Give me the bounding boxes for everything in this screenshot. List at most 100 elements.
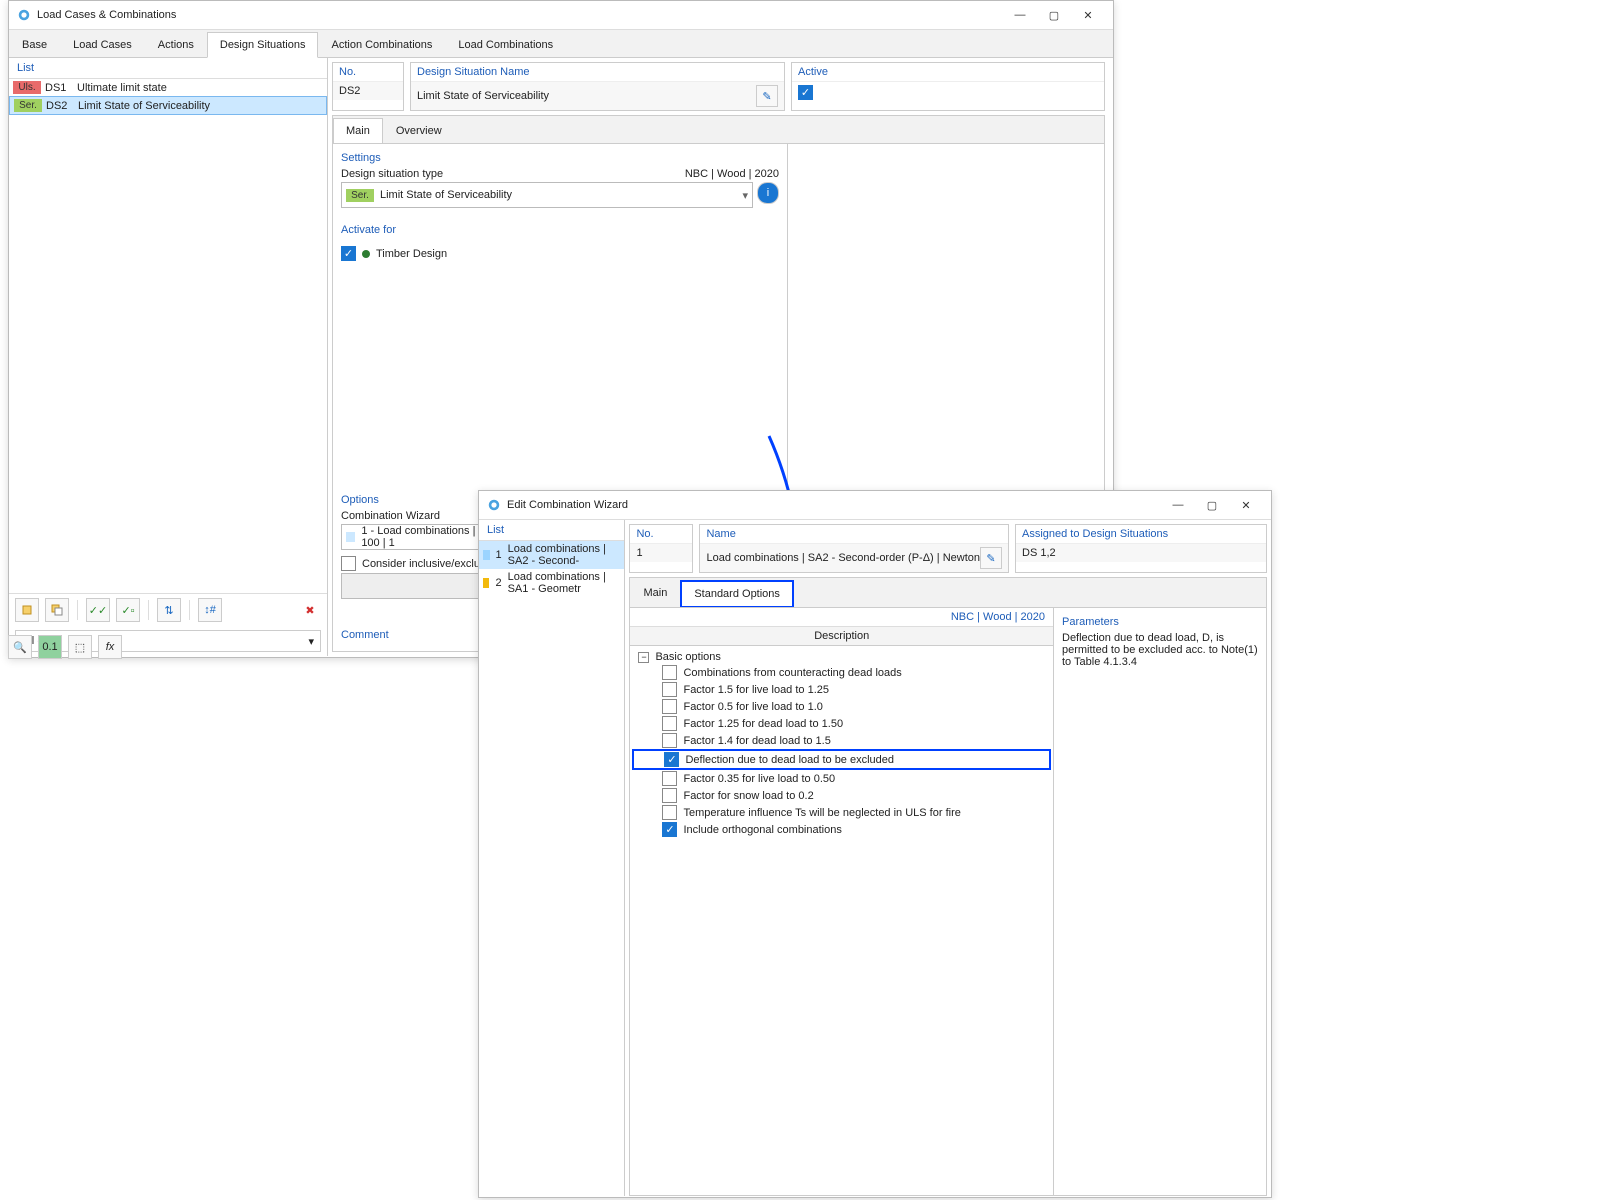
option-label: Temperature influence Ts will be neglect… [683, 807, 960, 819]
info-icon[interactable]: i [757, 182, 779, 204]
close-button[interactable]: ✕ [1071, 4, 1105, 26]
fx-icon[interactable]: fx [98, 635, 122, 659]
titlebar: Edit Combination Wizard — ▢ ✕ [479, 491, 1271, 520]
option-row[interactable]: ✓Deflection due to dead load to be exclu… [632, 749, 1051, 770]
delete-button[interactable]: ✖ [299, 599, 321, 621]
option-row[interactable]: Factor 0.35 for live load to 0.50 [632, 770, 1051, 787]
option-checkbox[interactable]: ✓ [662, 822, 677, 837]
consider-checkbox[interactable] [341, 556, 356, 571]
sort-button[interactable]: ↕# [198, 598, 222, 622]
option-checkbox[interactable] [662, 682, 677, 697]
option-label: Include orthogonal combinations [683, 824, 841, 836]
timber-checkbox[interactable]: ✓ [341, 246, 356, 261]
tab-load-combinations[interactable]: Load Combinations [445, 32, 566, 57]
units-icon[interactable]: 0.1 [38, 635, 62, 659]
ew-right-panel: No. 1 Name Load combinations | SA2 - Sec… [625, 520, 1271, 1196]
ds-name: Limit State of Serviceability [78, 100, 210, 112]
option-label: Factor 0.35 for live load to 0.50 [683, 773, 835, 785]
tree-icon[interactable]: ⬚ [68, 635, 92, 659]
list-item[interactable]: Ser. DS2 Limit State of Serviceability [9, 96, 327, 115]
new-button[interactable] [15, 598, 39, 622]
option-row[interactable]: Combinations from counteracting dead loa… [632, 664, 1051, 681]
description-column: NBC | Wood | 2020 Description − Basic op… [630, 608, 1054, 1195]
option-row[interactable]: Temperature influence Ts will be neglect… [632, 804, 1051, 821]
uncheck-all-button[interactable]: ✓▫ [116, 598, 140, 622]
option-row[interactable]: Factor for snow load to 0.2 [632, 787, 1051, 804]
status-dot-icon [362, 250, 370, 258]
main-tabs: Base Load Cases Actions Design Situation… [9, 30, 1113, 58]
inner-tab-overview[interactable]: Overview [383, 118, 455, 143]
tag-ser: Ser. [346, 189, 374, 202]
settings-header: Settings [341, 152, 779, 164]
tab-load-cases[interactable]: Load Cases [60, 32, 145, 57]
option-checkbox[interactable] [662, 699, 677, 714]
inner-tab-main[interactable]: Main [333, 118, 383, 144]
option-row[interactable]: Factor 0.5 for live load to 1.0 [632, 698, 1051, 715]
list-item[interactable]: Uls. DS1 Ultimate limit state [9, 79, 327, 96]
no-field: No. DS2 [332, 62, 404, 111]
option-row[interactable]: Factor 1.5 for live load to 1.25 [632, 681, 1051, 698]
no-label: No. [630, 525, 692, 543]
swap-button[interactable]: ⇅ [157, 598, 181, 622]
list-header: List [9, 58, 327, 79]
option-row[interactable]: Factor 1.25 for dead load to 1.50 [632, 715, 1051, 732]
tab-action-combinations[interactable]: Action Combinations [318, 32, 445, 57]
tab-design-situations[interactable]: Design Situations [207, 32, 319, 58]
color-swatch-icon [483, 578, 489, 588]
options-tree: − Basic options Combinations from counte… [630, 646, 1053, 842]
tree-root[interactable]: − Basic options [632, 650, 1051, 664]
titlebar: Load Cases & Combinations — ▢ ✕ [9, 1, 1113, 30]
dsname-value[interactable]: Limit State of Serviceability [417, 90, 756, 102]
minimize-button[interactable]: — [1003, 4, 1037, 26]
list-item[interactable]: 2 Load combinations | SA1 - Geometr [479, 569, 624, 597]
color-swatch-icon [346, 532, 355, 542]
edit-name-icon[interactable]: ✎ [756, 85, 778, 107]
tab-actions[interactable]: Actions [145, 32, 207, 57]
param-text: Deflection due to dead load, D, is permi… [1062, 632, 1258, 668]
option-checkbox[interactable] [662, 716, 677, 731]
copy-button[interactable] [45, 598, 69, 622]
app-icon [487, 498, 501, 512]
no-value: 1 [636, 547, 642, 559]
timber-label: Timber Design [376, 248, 447, 260]
name-value[interactable]: Load combinations | SA2 - Second-order (… [706, 552, 980, 564]
list-item[interactable]: 1 Load combinations | SA2 - Second- [479, 541, 624, 569]
minimize-button[interactable]: — [1161, 494, 1195, 516]
app-icon [17, 8, 31, 22]
maximize-button[interactable]: ▢ [1195, 494, 1229, 516]
option-checkbox[interactable] [662, 805, 677, 820]
ds-type-dropdown[interactable]: Ser. Limit State of Serviceability ▾ [341, 182, 753, 208]
search-icon[interactable]: 🔍 [8, 635, 32, 659]
maximize-button[interactable]: ▢ [1037, 4, 1071, 26]
tab-base[interactable]: Base [9, 32, 60, 57]
option-label: Factor for snow load to 0.2 [683, 790, 813, 802]
ew-tab-main[interactable]: Main [630, 580, 680, 607]
option-label: Factor 1.5 for live load to 1.25 [683, 684, 829, 696]
option-checkbox[interactable] [662, 788, 677, 803]
close-button[interactable]: ✕ [1229, 494, 1263, 516]
option-checkbox[interactable]: ✓ [664, 752, 679, 767]
collapse-icon[interactable]: − [638, 652, 649, 663]
dsname-label: Design Situation Name [411, 63, 784, 81]
ew-left-panel: List 1 Load combinations | SA2 - Second-… [479, 520, 625, 1196]
assigned-value: DS 1,2 [1022, 547, 1056, 559]
window-title: Load Cases & Combinations [37, 9, 1003, 21]
active-checkbox[interactable]: ✓ [798, 85, 813, 100]
edit-name-icon[interactable]: ✎ [980, 547, 1002, 569]
ew-tab-standard-options[interactable]: Standard Options [680, 580, 794, 608]
option-row[interactable]: Factor 1.4 for dead load to 1.5 [632, 732, 1051, 749]
ds-type-label: Design situation type [341, 168, 443, 180]
chevron-down-icon: ▾ [308, 635, 314, 648]
option-checkbox[interactable] [662, 733, 677, 748]
option-label: Factor 1.4 for dead load to 1.5 [683, 735, 830, 747]
option-row[interactable]: ✓ Include orthogonal combinations [632, 821, 1051, 838]
ds-id: DS1 [45, 82, 73, 94]
check-all-button[interactable]: ✓✓ [86, 598, 110, 622]
ew-tabs: Main Standard Options [629, 577, 1267, 607]
no-value: DS2 [339, 85, 360, 97]
active-label: Active [792, 63, 1104, 81]
option-checkbox[interactable] [662, 665, 677, 680]
option-checkbox[interactable] [662, 771, 677, 786]
root-label: Basic options [655, 651, 720, 663]
ds-name: Ultimate limit state [77, 82, 167, 94]
